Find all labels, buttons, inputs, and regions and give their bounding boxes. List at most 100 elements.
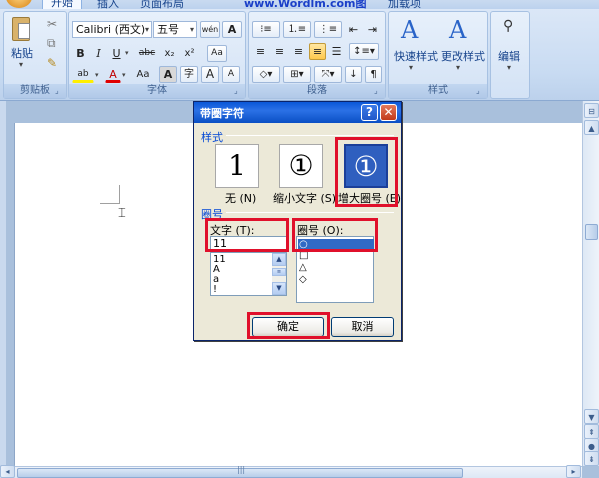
scroll-up-icon[interactable]: ▲: [584, 120, 599, 135]
highlight-button[interactable]: ab: [72, 66, 94, 83]
close-button[interactable]: ✕: [380, 104, 397, 121]
highlight-box-text: [205, 218, 289, 252]
highlight-dropdown-icon[interactable]: ▾: [95, 71, 99, 79]
sort-icon[interactable]: ↓: [345, 66, 362, 83]
paragraph-launcher-icon[interactable]: ⌟: [374, 87, 383, 96]
paste-icon[interactable]: [12, 17, 30, 41]
line-spacing-icon[interactable]: ↕≡▾: [349, 43, 379, 60]
underline-button[interactable]: U: [109, 45, 124, 62]
font-size-combo[interactable]: 五号 ▾: [153, 21, 197, 38]
scroll-right-icon[interactable]: ▸: [566, 465, 581, 478]
font-color-button[interactable]: A: [105, 66, 121, 83]
font-color-dropdown-icon[interactable]: ▾: [122, 71, 126, 79]
change-styles-icon[interactable]: A: [449, 16, 466, 44]
paste-button[interactable]: 粘贴: [11, 45, 33, 61]
horizontal-scrollbar[interactable]: ◂ ||| ▸: [0, 465, 582, 478]
text-list-scrollbar[interactable]: ▲ ≡ ▼: [272, 253, 286, 295]
paste-dropdown-icon[interactable]: ▾: [19, 60, 23, 69]
enclosure-item-diamond[interactable]: ◇: [299, 275, 307, 285]
shrink-font-button[interactable]: A: [222, 66, 240, 83]
copy-icon[interactable]: ⧉: [47, 36, 56, 51]
styles-launcher-icon[interactable]: ⌟: [476, 87, 485, 96]
font-launcher-icon[interactable]: ⌟: [234, 87, 243, 96]
highlight-box-enclosure: [292, 218, 378, 252]
paragraph-group: ⁝≡ ⒈≡ ⋮≡ ⇤ ⇥ ≡ ≡ ≡ ≡ ☰ ↕≡▾ ◇▾ ⊞▾ ⤧▾ ↓ ¶ …: [248, 11, 386, 99]
text-list[interactable]: 11 A a ! ▲ ≡ ▼: [210, 252, 287, 296]
text-list-item[interactable]: !: [213, 285, 217, 295]
cut-icon[interactable]: ✂: [47, 17, 57, 31]
change-case-button[interactable]: Aa: [131, 66, 155, 83]
change-styles-dropdown-icon[interactable]: ▾: [456, 63, 460, 72]
chinese-layout-icon[interactable]: ⤧▾: [314, 66, 342, 83]
office-button[interactable]: [6, 0, 32, 8]
grow-font-button[interactable]: A: [201, 66, 219, 83]
numbering-icon[interactable]: ⒈≡: [283, 21, 311, 38]
char-shading-button[interactable]: A: [159, 66, 177, 83]
justify-icon[interactable]: ≡: [309, 43, 326, 60]
underline-dropdown-icon[interactable]: ▾: [125, 49, 129, 57]
vertical-scroll-thumb[interactable]: [585, 224, 598, 240]
distributed-icon[interactable]: ☰: [328, 43, 345, 60]
subscript-button[interactable]: x₂: [161, 45, 178, 62]
previous-page-icon[interactable]: ⇞: [584, 424, 599, 439]
italic-button[interactable]: I: [91, 45, 106, 62]
change-styles-button[interactable]: 更改样式: [441, 48, 485, 64]
scroll-left-icon[interactable]: ◂: [0, 465, 15, 478]
watermark-text: www.Wordlm.com图: [244, 0, 367, 9]
style-option-shrink-text[interactable]: ①: [279, 144, 323, 188]
align-center-icon[interactable]: ≡: [271, 43, 288, 60]
style-section-divider: [226, 135, 394, 136]
multilevel-list-icon[interactable]: ⋮≡: [314, 21, 342, 38]
ruler-toggle-icon[interactable]: ⊟: [584, 103, 599, 118]
style-section-label: 样式: [201, 131, 223, 144]
bullets-icon[interactable]: ⁝≡: [252, 21, 280, 38]
text-list-down-icon[interactable]: ▼: [272, 282, 286, 295]
quick-styles-button[interactable]: 快速样式: [394, 48, 438, 64]
style-option-none[interactable]: 1: [215, 144, 259, 188]
quick-styles-dropdown-icon[interactable]: ▾: [409, 63, 413, 72]
borders-icon[interactable]: ⊞▾: [283, 66, 311, 83]
vertical-scrollbar[interactable]: ⊟ ▲ ▼ ⇞ ● ⇟: [582, 101, 599, 466]
cancel-button[interactable]: 取消: [331, 317, 394, 337]
phonetic-guide-button[interactable]: wén: [200, 21, 220, 38]
styles-group-label: 样式: [389, 84, 487, 98]
align-right-icon[interactable]: ≡: [290, 43, 307, 60]
font-group: Calibri (西文) ▾ 五号 ▾ wén A B I U ▾ abc x₂ x…: [68, 11, 246, 99]
shading-icon[interactable]: ◇▾: [252, 66, 280, 83]
editing-button[interactable]: 编辑: [498, 48, 520, 64]
superscript-button[interactable]: x²: [181, 45, 198, 62]
tab-insert[interactable]: 插入: [97, 0, 119, 9]
editing-dropdown-icon[interactable]: ▾: [507, 63, 511, 72]
bold-button[interactable]: B: [73, 45, 88, 62]
enclose-characters-button[interactable]: 字: [180, 66, 198, 83]
clipboard-launcher-icon[interactable]: ⌟: [55, 87, 64, 96]
margin-mark-vertical: [119, 185, 120, 203]
format-painter-icon[interactable]: ✎: [47, 56, 57, 70]
clear-formatting-button[interactable]: Aa: [207, 45, 227, 62]
decrease-indent-icon[interactable]: ⇤: [345, 21, 362, 38]
style-none-caption: 无 (N): [225, 192, 257, 205]
tab-page-layout[interactable]: 页面布局: [140, 0, 184, 9]
strikethrough-button[interactable]: abc: [136, 45, 158, 62]
dialog-title-bar[interactable]: 带圈字符 ? ✕: [194, 102, 401, 123]
tab-addins[interactable]: 加载项: [388, 0, 421, 9]
show-marks-icon[interactable]: ¶: [365, 66, 382, 83]
dialog-title: 带圈字符: [200, 107, 244, 120]
enclosure-item-triangle[interactable]: △: [299, 263, 307, 273]
vertical-ruler: [0, 101, 6, 466]
quick-styles-icon[interactable]: A: [401, 16, 418, 44]
enclosure-item-square[interactable]: □: [299, 251, 308, 261]
next-page-icon[interactable]: ⇟: [584, 451, 599, 466]
char-border-button[interactable]: A: [222, 21, 242, 38]
find-binoculars-icon[interactable]: ⚲: [503, 18, 513, 34]
font-name-combo[interactable]: Calibri (西文) ▾: [72, 21, 152, 38]
text-list-up-icon[interactable]: ▲: [272, 253, 286, 266]
tab-home[interactable]: 开始: [42, 0, 82, 9]
scroll-down-icon[interactable]: ▼: [584, 409, 599, 424]
help-button[interactable]: ?: [361, 104, 378, 121]
align-left-icon[interactable]: ≡: [252, 43, 269, 60]
text-list-thumb[interactable]: ≡: [272, 268, 286, 276]
highlight-box-ok: [247, 312, 330, 339]
margin-mark-horizontal: [100, 203, 120, 204]
increase-indent-icon[interactable]: ⇥: [364, 21, 381, 38]
